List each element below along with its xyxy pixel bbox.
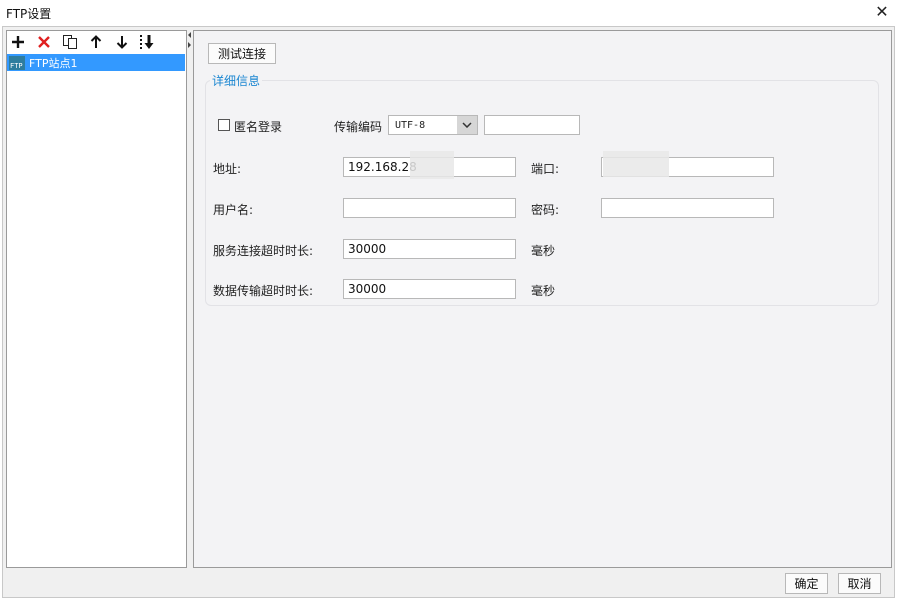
ok-button[interactable]: 确定 [785,573,828,594]
chevron-down-icon [457,116,477,134]
encoding-label: 传输编码 [334,120,383,134]
encoding-extra-field[interactable] [484,115,580,135]
connection-timeout-unit: 毫秒 [531,244,556,258]
site-toolbar [8,32,158,52]
address-value: 192.168.28 [348,160,417,174]
connection-timeout-input[interactable]: 30000 [343,239,516,259]
connection-timeout-label: 服务连接超时时长: [213,244,314,258]
close-icon[interactable]: ✕ [873,3,891,21]
data-timeout-unit: 毫秒 [531,284,556,298]
anonymous-login-checkbox[interactable] [218,119,230,131]
port-label: 端口: [531,162,560,176]
detail-group [205,80,879,306]
sort-icon[interactable] [138,32,158,52]
move-down-icon[interactable] [112,32,132,52]
redaction-blur [603,151,669,177]
detail-group-title: 详细信息 [210,72,263,89]
ftp-site-icon: FTP [9,55,25,70]
cancel-button[interactable]: 取消 [838,573,881,594]
encoding-select[interactable]: UTF-8 [388,115,478,135]
move-up-icon[interactable] [86,32,106,52]
data-timeout-label: 数据传输超时时长: [213,284,314,298]
window-title: FTP设置 [6,7,52,21]
tree-item-label: FTP站点1 [29,56,78,70]
delete-icon[interactable] [34,32,54,52]
redaction-blur [410,151,454,179]
test-connection-button[interactable]: 测试连接 [208,43,276,64]
data-timeout-input[interactable]: 30000 [343,279,516,299]
add-icon[interactable] [8,32,28,52]
password-label: 密码: [531,203,560,217]
anonymous-login-label: 匿名登录 [234,120,283,134]
tree-item-ftp-site[interactable]: FTP FTP站点1 [7,54,185,71]
password-input[interactable] [601,198,774,218]
username-label: 用户名: [213,203,254,217]
username-input[interactable] [343,198,516,218]
site-list-panel [6,30,187,568]
address-label: 地址: [213,162,242,176]
title-bar: FTP设置 ✕ [0,0,899,26]
encoding-value: UTF-8 [395,119,426,131]
copy-icon[interactable] [60,32,80,52]
